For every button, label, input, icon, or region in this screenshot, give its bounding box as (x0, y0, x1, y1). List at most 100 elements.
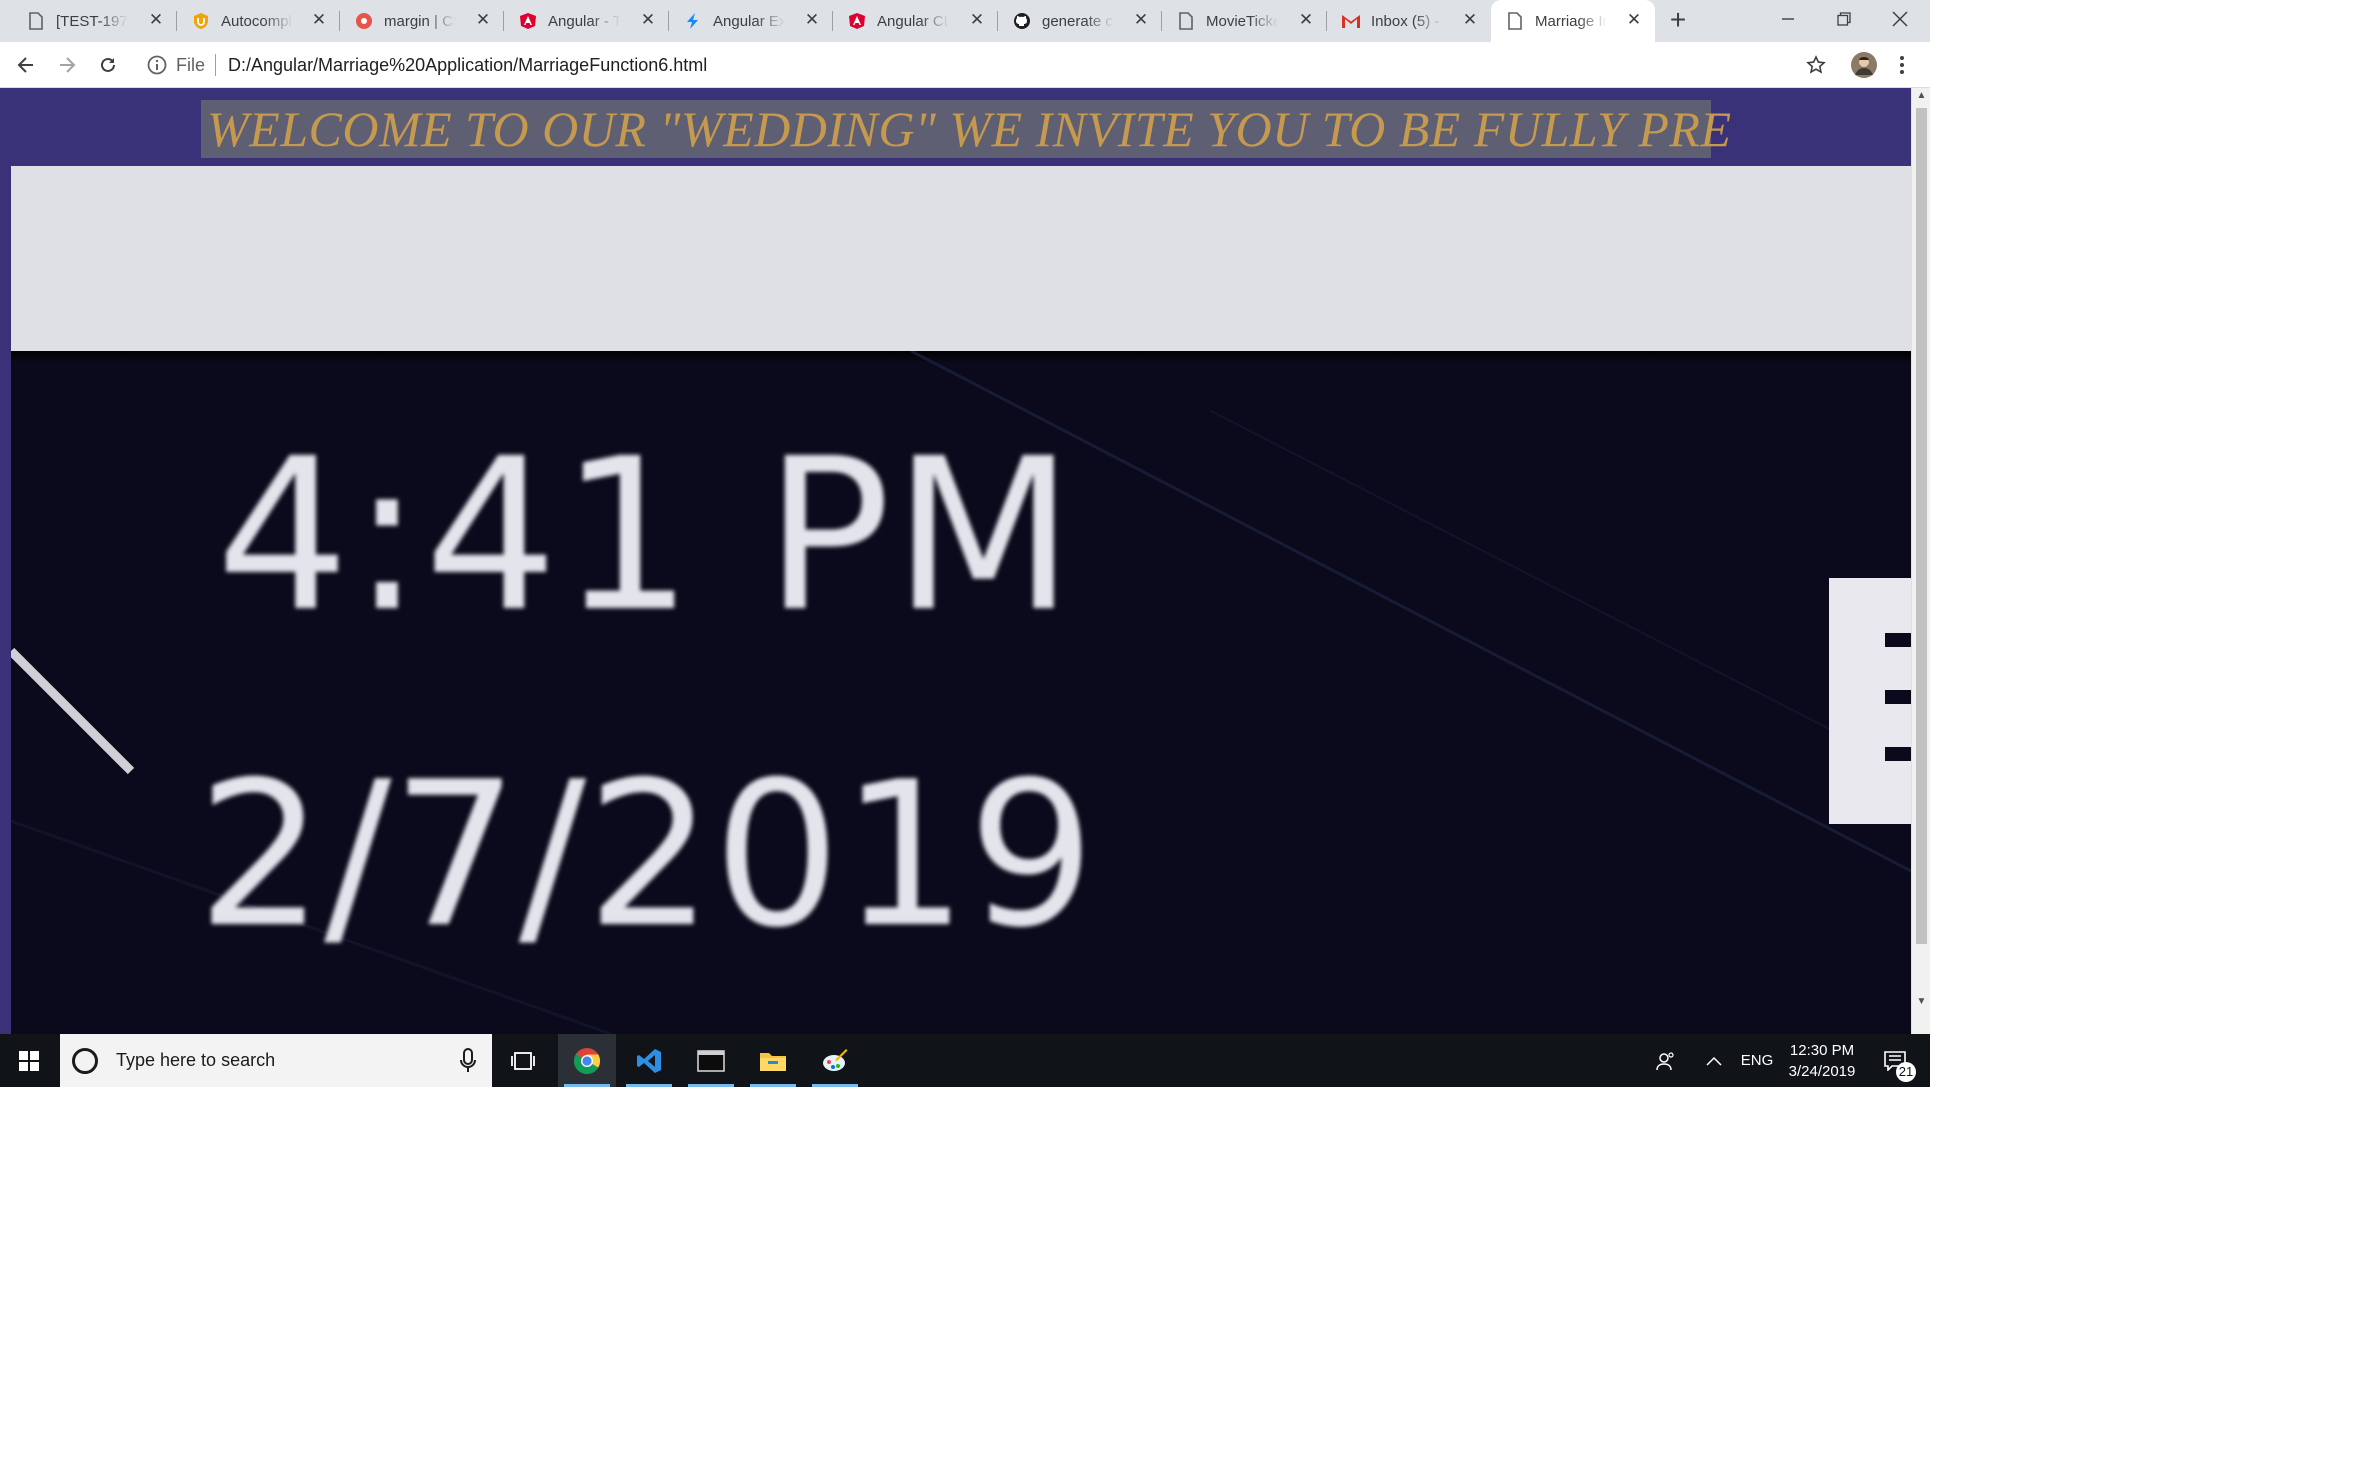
taskbar-clock[interactable]: 12:30 PM 3/24/2019 (1782, 1034, 1862, 1087)
windows-logo-icon (19, 1050, 39, 1071)
file-explorer-icon (760, 1052, 786, 1071)
scroll-down-icon[interactable]: ▼ (1912, 996, 1930, 1007)
paint-icon (823, 1048, 848, 1071)
tab-title: MovieTicket (1206, 12, 1278, 30)
tab-title: Inbox (5) - p (1371, 12, 1443, 30)
tab[interactable]: Autocomple ✕ (177, 0, 340, 42)
close-icon[interactable]: ✕ (145, 9, 167, 31)
tab-title: generate co (1042, 12, 1114, 30)
close-icon[interactable]: ✕ (1295, 9, 1317, 31)
browser-toolbar: File D:/Angular/Marriage%20Application/M… (0, 42, 1930, 88)
show-hidden-icons-button[interactable] (1694, 1034, 1734, 1087)
notification-count-badge: 21 (1896, 1062, 1916, 1082)
clock-time: 12:30 PM (1789, 1041, 1855, 1059)
action-center-button[interactable]: 21 (1870, 1034, 1920, 1087)
vertical-scroll-thumb[interactable] (1916, 108, 1927, 944)
arrow-left-icon (17, 57, 33, 73)
tab-title: Autocomple (221, 12, 293, 30)
minimize-icon (1782, 18, 1794, 20)
address-bar[interactable]: File D:/Angular/Marriage%20Application/M… (136, 47, 1820, 83)
windows-taskbar: Type here to search ENG 12:30 PM 3/24/20… (0, 1034, 1930, 1087)
tab-title: margin | CSS (384, 12, 456, 30)
tab[interactable]: Inbox (5) - p ✕ (1327, 0, 1491, 42)
task-view-icon (511, 1051, 535, 1070)
page-viewport: WELCOME TO OUR "WEDDING" WE INVITE YOU T… (0, 88, 1930, 1034)
start-button[interactable] (0, 1034, 58, 1087)
tab-title: [TEST-19784 (56, 12, 128, 30)
taskbar-search-box[interactable]: Type here to search (60, 1034, 492, 1087)
info-icon[interactable] (146, 54, 168, 76)
chevron-up-icon (1706, 1056, 1722, 1066)
arrow-right-icon (60, 57, 76, 73)
welcome-text: WELCOME TO OUR "WEDDING" WE INVITE YOU T… (207, 101, 1732, 157)
taskbar-vscode[interactable] (620, 1034, 678, 1087)
reload-icon (101, 57, 115, 72)
tab[interactable]: [TEST-19784 ✕ (12, 0, 177, 42)
tab-strip: [TEST-19784 ✕ Autocomple ✕ margin | CSS … (0, 0, 1930, 42)
close-icon[interactable]: ✕ (637, 9, 659, 31)
tab[interactable]: margin | CSS ✕ (340, 0, 504, 42)
vertical-scrollbar[interactable]: ▲ ▼ (1911, 88, 1930, 1034)
taskbar-file-explorer[interactable] (744, 1034, 802, 1087)
restore-icon (1837, 12, 1851, 26)
forward-button[interactable] (51, 49, 83, 81)
scroll-up-icon[interactable]: ▲ (1912, 90, 1930, 101)
angular-icon (518, 11, 538, 31)
bolt-icon (683, 11, 703, 31)
bookmark-button[interactable] (1800, 49, 1832, 81)
gear-logo-icon (354, 11, 374, 31)
page-icon (1176, 11, 1196, 31)
close-icon[interactable]: ✕ (1459, 9, 1481, 31)
close-icon[interactable]: ✕ (308, 9, 330, 31)
browser-window: [TEST-19784 ✕ Autocomple ✕ margin | CSS … (0, 0, 1930, 1087)
chrome-icon (573, 1047, 601, 1074)
image-dark-panel: 4:41 PM 2/7/2019 (11, 351, 1911, 1034)
people-icon (1656, 1051, 1674, 1070)
restore-button[interactable] (1816, 0, 1872, 38)
star-icon (1806, 55, 1826, 74)
vscode-icon (637, 1048, 661, 1073)
taskbar-chrome[interactable] (558, 1034, 616, 1087)
welcome-marquee: WELCOME TO OUR "WEDDING" WE INVITE YOU T… (201, 100, 1731, 158)
terminal-icon (697, 1049, 725, 1072)
tab-title: Angular CLI (877, 12, 949, 30)
close-icon[interactable]: ✕ (801, 9, 823, 31)
reload-button[interactable] (92, 49, 124, 81)
tab[interactable]: Angular - Tu ✕ (504, 0, 669, 42)
tab[interactable]: generate co ✕ (998, 0, 1162, 42)
image-top-panel (11, 166, 1911, 351)
clock-date: 3/24/2019 (1788, 1062, 1856, 1080)
close-icon[interactable]: ✕ (472, 9, 494, 31)
tab[interactable]: MovieTicket ✕ (1162, 0, 1327, 42)
shield-logo-icon (191, 11, 211, 31)
language-indicator[interactable]: ENG (1738, 1034, 1776, 1087)
search-placeholder: Type here to search (116, 1050, 276, 1070)
avatar (1851, 52, 1877, 78)
people-button[interactable] (1644, 1034, 1688, 1087)
clock-time-text: 4:41 PM (215, 413, 1077, 658)
close-icon[interactable]: ✕ (1130, 9, 1152, 31)
menu-button[interactable] (1886, 49, 1918, 81)
tab-title: Marriage Inv (1535, 12, 1607, 30)
taskbar-paint[interactable] (806, 1034, 864, 1087)
tab-active[interactable]: Marriage Inv ✕ (1491, 0, 1655, 42)
cortana-icon (72, 1047, 98, 1074)
close-icon[interactable]: ✕ (1623, 9, 1645, 31)
slideshow-image: 4:41 PM 2/7/2019 (11, 166, 1911, 1034)
new-tab-button[interactable]: + (1663, 6, 1693, 36)
taskbar-terminal[interactable] (682, 1034, 740, 1087)
url-text[interactable]: D:/Angular/Marriage%20Application/Marria… (228, 55, 707, 76)
back-button[interactable] (10, 49, 42, 81)
tab[interactable]: Angular CLI ✕ (833, 0, 998, 42)
microphone-icon[interactable] (458, 1048, 478, 1074)
tab[interactable]: Angular Exa ✕ (669, 0, 833, 42)
close-window-button[interactable] (1872, 0, 1928, 38)
scheme-label: File (176, 54, 206, 75)
tab-title: Angular Exa (713, 12, 785, 30)
task-view-button[interactable] (494, 1034, 552, 1087)
notification-icon-crop (1829, 578, 1911, 824)
close-icon (1892, 11, 1908, 27)
profile-button[interactable] (1848, 49, 1880, 81)
close-icon[interactable]: ✕ (966, 9, 988, 31)
minimize-button[interactable] (1760, 0, 1816, 38)
